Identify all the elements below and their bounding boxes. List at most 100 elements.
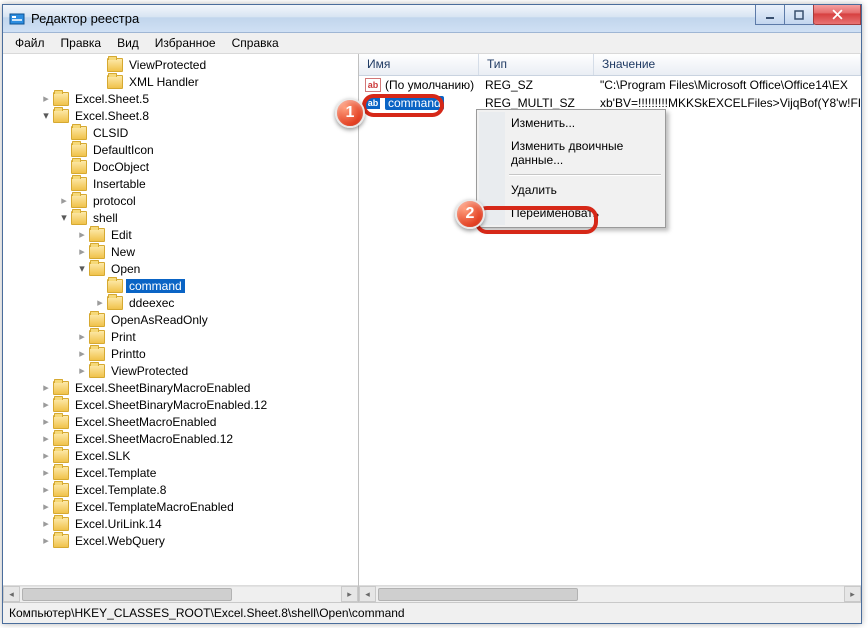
tree-node[interactable]: Excel.WebQuery bbox=[3, 532, 358, 549]
tree-node[interactable]: shell bbox=[3, 209, 358, 226]
collapse-icon[interactable] bbox=[39, 109, 53, 122]
menu-file[interactable]: Файл bbox=[7, 34, 53, 52]
ctx-modify[interactable]: Изменить... bbox=[479, 112, 663, 134]
window-title: Редактор реестра bbox=[31, 11, 139, 26]
tree-node[interactable]: Excel.UriLink.14 bbox=[3, 515, 358, 532]
folder-icon bbox=[107, 58, 123, 72]
tree-node[interactable]: Excel.SheetBinaryMacroEnabled bbox=[3, 379, 358, 396]
tree-node[interactable]: Insertable bbox=[3, 175, 358, 192]
folder-icon bbox=[89, 347, 105, 361]
maximize-button[interactable] bbox=[784, 5, 814, 25]
tree-node[interactable]: Excel.Template.8 bbox=[3, 481, 358, 498]
expand-icon[interactable] bbox=[39, 381, 53, 394]
tree-node[interactable]: DocObject bbox=[3, 158, 358, 175]
scroll-right-button[interactable]: ▸ bbox=[844, 586, 861, 602]
column-type[interactable]: Тип bbox=[479, 54, 594, 75]
tree-node-label: Excel.UriLink.14 bbox=[72, 517, 165, 531]
tree-node[interactable]: Excel.SLK bbox=[3, 447, 358, 464]
tree-node[interactable]: ddeexec bbox=[3, 294, 358, 311]
expand-icon[interactable] bbox=[39, 398, 53, 411]
tree-node[interactable]: CLSID bbox=[3, 124, 358, 141]
scroll-thumb[interactable] bbox=[378, 588, 578, 601]
scroll-track[interactable] bbox=[376, 586, 844, 602]
expand-icon[interactable] bbox=[39, 415, 53, 428]
tree-node[interactable]: New bbox=[3, 243, 358, 260]
folder-icon bbox=[53, 483, 69, 497]
collapse-icon[interactable] bbox=[57, 211, 71, 224]
menu-help[interactable]: Справка bbox=[224, 34, 287, 52]
expand-icon[interactable] bbox=[39, 500, 53, 513]
ctx-delete[interactable]: Удалить bbox=[479, 179, 663, 201]
tree-node[interactable]: Excel.SheetMacroEnabled bbox=[3, 413, 358, 430]
values-list[interactable]: ab (По умолчанию) REG_SZ "C:\Program Fil… bbox=[359, 76, 861, 585]
tree-hscrollbar[interactable]: ◂ ▸ bbox=[3, 585, 358, 602]
expand-icon[interactable] bbox=[75, 364, 89, 377]
values-hscrollbar[interactable]: ◂ ▸ bbox=[359, 585, 861, 602]
tree-node[interactable]: Excel.SheetMacroEnabled.12 bbox=[3, 430, 358, 447]
folder-icon bbox=[53, 398, 69, 412]
value-data: xb'BV=!!!!!!!!!MKKSkEXCELFiles>VijqBof(Y… bbox=[598, 96, 861, 110]
tree-node[interactable]: XML Handler bbox=[3, 73, 358, 90]
tree-node[interactable]: Open bbox=[3, 260, 358, 277]
column-value[interactable]: Значение bbox=[594, 54, 861, 75]
collapse-icon[interactable] bbox=[75, 262, 89, 275]
expand-icon[interactable] bbox=[39, 449, 53, 462]
folder-icon bbox=[89, 313, 105, 327]
tree-node-label: shell bbox=[90, 211, 121, 225]
minimize-button[interactable] bbox=[755, 5, 785, 25]
expand-icon[interactable] bbox=[39, 92, 53, 105]
value-row-default[interactable]: ab (По умолчанию) REG_SZ "C:\Program Fil… bbox=[359, 76, 861, 94]
context-menu: Изменить... Изменить двоичные данные... … bbox=[476, 109, 666, 228]
tree-node[interactable]: ViewProtected bbox=[3, 362, 358, 379]
tree-node[interactable]: Excel.Template bbox=[3, 464, 358, 481]
titlebar[interactable]: Редактор реестра bbox=[3, 5, 861, 33]
tree-node[interactable]: ViewProtected bbox=[3, 56, 358, 73]
menu-edit[interactable]: Правка bbox=[53, 34, 110, 52]
tree-node[interactable]: Edit bbox=[3, 226, 358, 243]
expand-icon[interactable] bbox=[75, 228, 89, 241]
tree-node[interactable]: Excel.SheetBinaryMacroEnabled.12 bbox=[3, 396, 358, 413]
tree-node[interactable]: Printto bbox=[3, 345, 358, 362]
tree-node[interactable]: DefaultIcon bbox=[3, 141, 358, 158]
registry-tree[interactable]: ViewProtectedXML HandlerExcel.Sheet.5Exc… bbox=[3, 54, 358, 585]
expand-icon[interactable] bbox=[75, 347, 89, 360]
folder-icon bbox=[53, 381, 69, 395]
tree-node[interactable]: protocol bbox=[3, 192, 358, 209]
scroll-left-button[interactable]: ◂ bbox=[3, 586, 20, 602]
menubar: Файл Правка Вид Избранное Справка bbox=[3, 33, 861, 54]
ctx-rename[interactable]: Переименовать bbox=[479, 202, 663, 224]
expand-icon[interactable] bbox=[75, 245, 89, 258]
expand-icon[interactable] bbox=[39, 534, 53, 547]
expand-icon[interactable] bbox=[75, 330, 89, 343]
tree-node-label: Print bbox=[108, 330, 139, 344]
folder-icon bbox=[53, 415, 69, 429]
annotation-balloon-label: 2 bbox=[466, 205, 475, 223]
tree-node[interactable]: Excel.TemplateMacroEnabled bbox=[3, 498, 358, 515]
scroll-left-button[interactable]: ◂ bbox=[359, 586, 376, 602]
tree-node[interactable]: Excel.Sheet.5 bbox=[3, 90, 358, 107]
menu-favorites[interactable]: Избранное bbox=[147, 34, 224, 52]
expand-icon[interactable] bbox=[39, 517, 53, 530]
tree-node-label: OpenAsReadOnly bbox=[108, 313, 211, 327]
tree-node[interactable]: OpenAsReadOnly bbox=[3, 311, 358, 328]
folder-icon bbox=[107, 75, 123, 89]
scroll-track[interactable] bbox=[20, 586, 341, 602]
scroll-thumb[interactable] bbox=[22, 588, 232, 601]
expand-icon[interactable] bbox=[39, 483, 53, 496]
tree-node[interactable]: Excel.Sheet.8 bbox=[3, 107, 358, 124]
close-button[interactable] bbox=[813, 5, 861, 25]
expand-icon[interactable] bbox=[93, 296, 107, 309]
tree-node[interactable]: Print bbox=[3, 328, 358, 345]
folder-icon bbox=[71, 177, 87, 191]
scroll-right-button[interactable]: ▸ bbox=[341, 586, 358, 602]
tree-node[interactable]: command bbox=[3, 277, 358, 294]
values-header[interactable]: Имя Тип Значение bbox=[359, 54, 861, 76]
column-name[interactable]: Имя bbox=[359, 54, 479, 75]
tree-node-label: Insertable bbox=[90, 177, 149, 191]
expand-icon[interactable] bbox=[39, 466, 53, 479]
tree-node-label: Excel.Sheet.8 bbox=[72, 109, 152, 123]
expand-icon[interactable] bbox=[57, 194, 71, 207]
ctx-modify-binary[interactable]: Изменить двоичные данные... bbox=[479, 135, 663, 171]
expand-icon[interactable] bbox=[39, 432, 53, 445]
menu-view[interactable]: Вид bbox=[109, 34, 147, 52]
